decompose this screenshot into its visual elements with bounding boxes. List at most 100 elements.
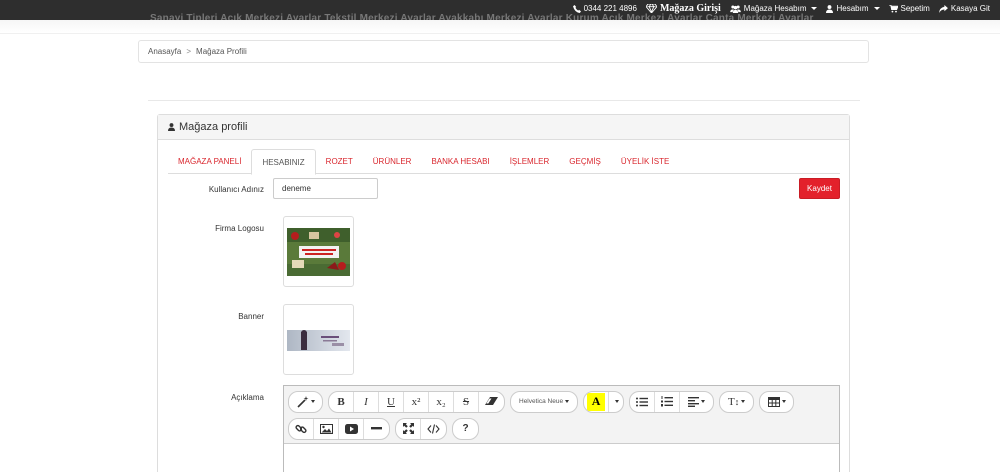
breadcrumb-separator: > (186, 47, 192, 56)
magic-wand-icon (296, 395, 308, 408)
breadcrumb-home[interactable]: Anasayfa (148, 47, 181, 56)
tab-store-panel[interactable]: MAĞAZA PANELİ (168, 149, 251, 174)
help-group: ? (452, 417, 479, 440)
tab-history[interactable]: GEÇMİŞ (559, 149, 611, 174)
link-icon (295, 424, 307, 433)
color-group: A (583, 390, 625, 413)
logo-thumbnail[interactable] (283, 216, 354, 287)
breadcrumb: Anasayfa > Mağaza Profili (138, 40, 869, 63)
help-button[interactable]: ? (453, 419, 478, 439)
top-bar: Sanayi Tipleri Açık Merkezi Ayarlar Teks… (0, 0, 1000, 24)
font-family-select[interactable]: Helvetica Neue (511, 392, 577, 412)
line-height-group: T ↕ (719, 390, 755, 413)
recent-color-button[interactable]: A (584, 391, 610, 412)
paragraph-group (629, 390, 715, 413)
tab-transactions[interactable]: İŞLEMLER (500, 149, 560, 174)
share-arrow-icon (938, 4, 948, 13)
my-account-menu[interactable]: Hesabım (826, 4, 880, 13)
strikethrough-button[interactable]: S (454, 391, 479, 412)
style-button[interactable] (289, 392, 322, 412)
tab-membership-request[interactable]: ÜYELİK İSTE (611, 149, 679, 174)
logo-label: Firma Logosu (215, 224, 264, 233)
store-profile-panel: Mağaza profili MAĞAZA PANELİ HESABINIZ R… (157, 114, 850, 472)
description-label: Açıklama (231, 393, 264, 402)
chevron-down-icon (873, 7, 880, 10)
superscript-button[interactable]: x² (404, 391, 429, 412)
table-icon (767, 396, 780, 407)
panel-title: Mağaza profili (179, 121, 248, 133)
user-icon (168, 123, 175, 131)
horizontal-rule-button[interactable] (364, 419, 389, 439)
code-icon (427, 423, 440, 434)
cart-link[interactable]: Sepetim (888, 4, 930, 13)
code-view-button[interactable] (421, 419, 446, 439)
unordered-list-button[interactable] (630, 391, 656, 412)
header-strip (0, 20, 1000, 34)
font-family-group: Helvetica Neue (510, 390, 579, 413)
ordered-list-button[interactable] (655, 391, 681, 412)
line-height-button[interactable]: T ↕ (720, 392, 753, 412)
insert-group (288, 417, 390, 440)
logo-image (287, 220, 350, 283)
my-account-label: Hesabım (836, 4, 869, 13)
editor-toolbar: B I U x² x₂ S Helvetica Neue A T ↕ ? (284, 386, 839, 444)
store-login-label: Mağaza Girişi (659, 3, 721, 14)
editor-content-area[interactable] (284, 444, 839, 472)
style-group (288, 390, 323, 413)
align-left-icon (688, 396, 700, 407)
bold-button[interactable]: B (329, 391, 354, 412)
minus-icon (371, 427, 382, 430)
font-family-value: Helvetica Neue (519, 398, 564, 405)
subscript-button[interactable]: x₂ (429, 391, 454, 412)
paragraph-align-button[interactable] (680, 392, 713, 412)
breadcrumb-current: Mağaza Profili (196, 47, 247, 56)
cart-label: Sepetim (900, 4, 930, 13)
clear-format-button[interactable] (479, 392, 504, 412)
phone-link[interactable]: 0344 221 4896 (572, 4, 637, 13)
tab-account[interactable]: HESABINIZ (251, 149, 316, 175)
chevron-down-icon (811, 7, 818, 10)
divider (148, 100, 860, 101)
store-login-link[interactable]: Mağaza Girişi (645, 3, 721, 14)
font-style-group: B I U x² x₂ S (328, 390, 505, 413)
underline-button[interactable]: U (379, 391, 404, 412)
eraser-icon (485, 396, 498, 405)
picture-button[interactable] (314, 418, 339, 439)
username-label: Kullanıcı Adınız (208, 185, 264, 194)
italic-button[interactable]: I (354, 391, 379, 412)
tab-products[interactable]: ÜRÜNLER (363, 149, 422, 174)
user-icon (826, 4, 834, 13)
view-group (395, 417, 447, 440)
video-icon (344, 423, 358, 434)
diamond-icon (645, 4, 657, 13)
color-dropdown[interactable] (609, 392, 623, 412)
phone-number: 0344 221 4896 (583, 4, 637, 13)
phone-icon (572, 4, 581, 13)
table-button[interactable] (760, 392, 793, 412)
store-account-menu[interactable]: Mağaza Hesabım (729, 4, 818, 13)
bullet-list-icon (636, 397, 649, 406)
banner-thumbnail[interactable] (283, 304, 354, 375)
numbered-list-icon (661, 396, 674, 407)
video-button[interactable] (339, 418, 364, 439)
tab-badge[interactable]: ROZET (316, 149, 363, 174)
banner-image (287, 308, 350, 371)
checkout-link[interactable]: Kasaya Git (938, 4, 990, 13)
rich-text-editor: B I U x² x₂ S Helvetica Neue A T ↕ ? (283, 385, 840, 472)
toolbar-row-2: ? (288, 415, 835, 442)
text-height-icon: T (727, 395, 735, 408)
chevron-down-icon (615, 400, 620, 403)
toolbar-row-1: B I U x² x₂ S Helvetica Neue A T ↕ (288, 388, 835, 415)
fullscreen-button[interactable] (396, 418, 421, 439)
highlight-letter: A (587, 392, 606, 411)
table-group (759, 390, 795, 413)
checkout-label: Kasaya Git (950, 4, 990, 13)
users-icon (729, 5, 741, 13)
tab-bank-account[interactable]: BANKA HESABI (421, 149, 499, 174)
cart-icon (888, 4, 898, 13)
save-button[interactable]: Kaydet (799, 178, 840, 199)
store-account-label: Mağaza Hesabım (743, 4, 807, 13)
username-input[interactable] (273, 178, 378, 199)
link-button[interactable] (289, 418, 314, 439)
top-nav: 0344 221 4896 Mağaza Girişi Mağaza Hesab… (572, 3, 990, 14)
